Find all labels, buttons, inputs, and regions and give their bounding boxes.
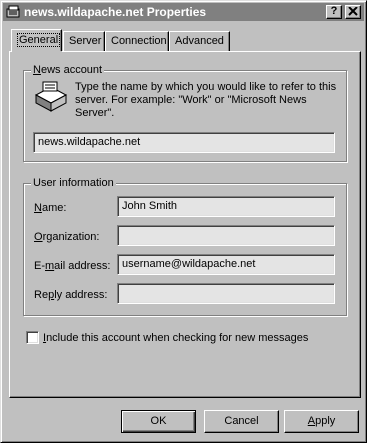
help-button[interactable]: ? xyxy=(326,5,342,19)
properties-dialog: news.wildapache.net Properties ? General… xyxy=(0,0,367,443)
tab-server[interactable]: Server xyxy=(63,31,105,51)
tab-general[interactable]: General xyxy=(11,29,62,51)
title-bar[interactable]: news.wildapache.net Properties ? xyxy=(3,3,364,21)
ok-button[interactable]: OK xyxy=(121,410,196,433)
cancel-button[interactable]: Cancel xyxy=(204,410,279,433)
apply-button[interactable]: Apply xyxy=(284,410,359,433)
tab-connection[interactable]: Connection xyxy=(105,31,169,51)
tab-general-label: General xyxy=(17,33,61,47)
window-title: news.wildapache.net Properties xyxy=(24,5,207,19)
news-server-icon xyxy=(6,5,20,18)
close-button[interactable] xyxy=(345,5,361,19)
tab-advanced[interactable]: Advanced xyxy=(169,31,230,51)
active-tab-join xyxy=(12,51,62,53)
close-icon xyxy=(348,6,358,16)
general-tab-panel xyxy=(9,51,361,398)
